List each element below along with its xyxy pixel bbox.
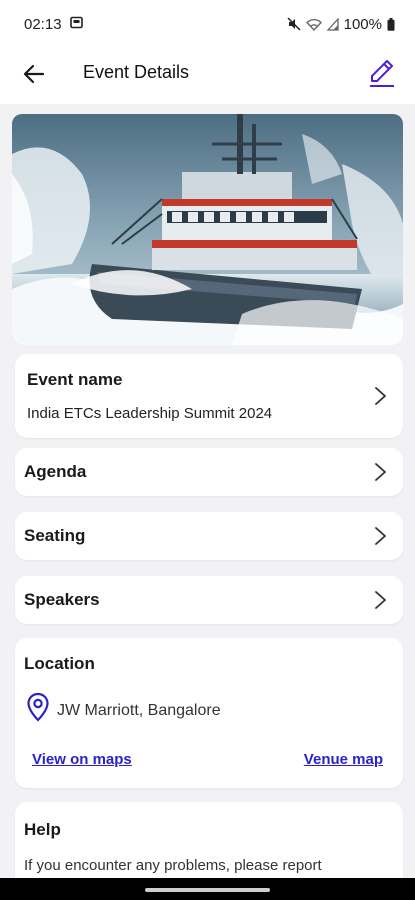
screenshot-icon: [69, 16, 83, 33]
wifi-icon: [305, 18, 322, 31]
chevron-right-icon: [375, 463, 386, 481]
signal-icon: [326, 17, 339, 31]
seating-row[interactable]: Seating: [15, 512, 403, 560]
view-on-maps-link[interactable]: View on maps: [32, 751, 132, 768]
event-name-value: India ETCs Leadership Summit 2024: [27, 405, 273, 422]
event-banner-image: [12, 114, 403, 345]
mute-icon: [287, 17, 301, 31]
agenda-row[interactable]: Agenda: [15, 448, 403, 496]
chevron-right-icon: [375, 387, 386, 405]
home-gesture-handle[interactable]: [145, 888, 270, 892]
help-label: Help: [24, 820, 61, 839]
agenda-label: Agenda: [24, 462, 87, 481]
venue-map-link[interactable]: Venue map: [304, 751, 383, 768]
battery-icon: [387, 17, 395, 31]
event-name-card[interactable]: Event name India ETCs Leadership Summit …: [15, 354, 403, 438]
pencil-icon: [370, 60, 394, 87]
chevron-right-icon: [375, 591, 386, 609]
app-bar: Event Details: [0, 48, 415, 104]
seating-label: Seating: [24, 526, 86, 545]
chevron-right-icon: [375, 527, 386, 545]
edit-button[interactable]: [367, 56, 397, 90]
location-pin-icon: [27, 692, 49, 722]
speakers-label: Speakers: [24, 590, 100, 609]
battery-text: 100%: [343, 15, 382, 33]
help-text: If you encounter any problems, please re…: [24, 857, 322, 874]
status-bar: 02:13 100%: [0, 0, 415, 48]
location-label: Location: [24, 654, 95, 673]
arrow-left-icon: [23, 64, 45, 84]
location-card: Location JW Marriott, Bangalore View on …: [15, 638, 403, 788]
venue-address: JW Marriott, Bangalore: [57, 702, 221, 719]
speakers-row[interactable]: Speakers: [15, 576, 403, 624]
event-name-label: Event name: [27, 370, 123, 389]
status-time: 02:13: [24, 15, 62, 33]
system-navigation-bar: [0, 878, 415, 900]
back-button[interactable]: [20, 60, 48, 88]
page-title: Event Details: [83, 62, 190, 82]
